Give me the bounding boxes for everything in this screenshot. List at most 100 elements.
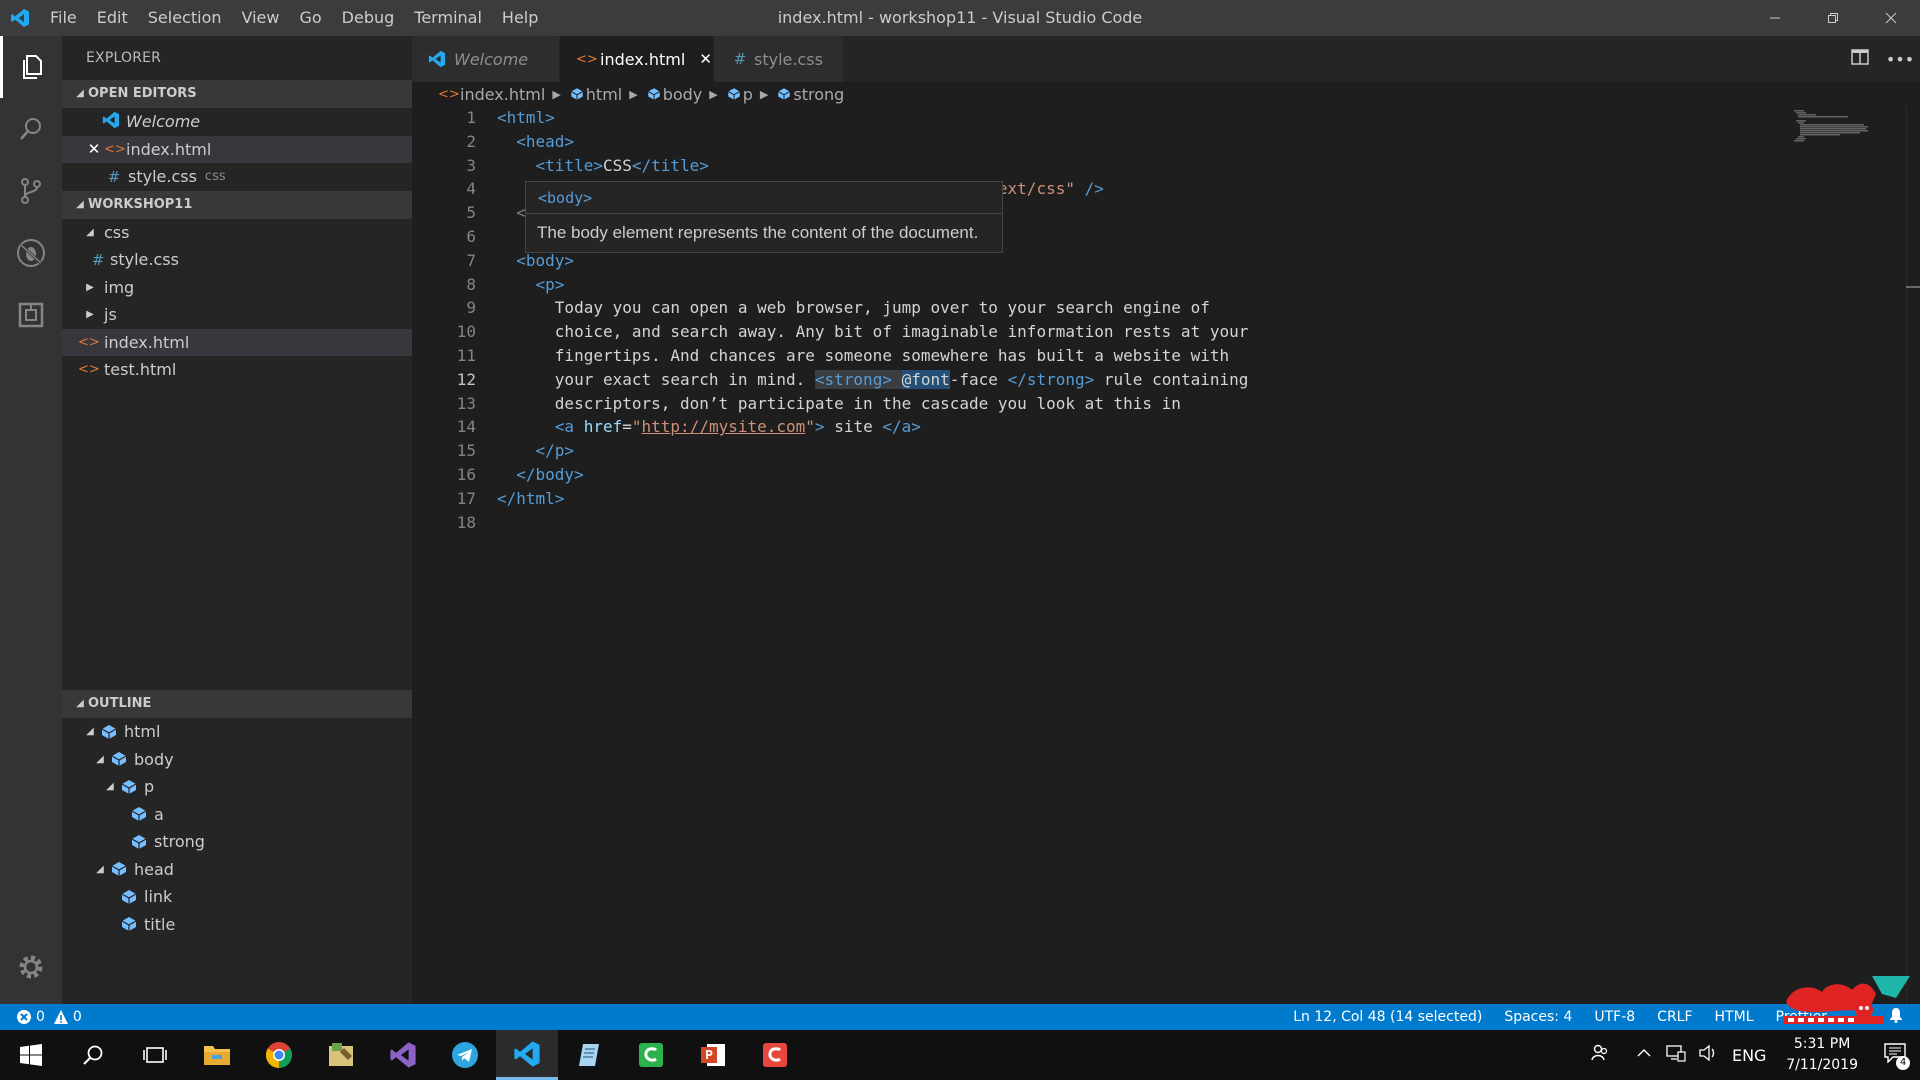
code-link[interactable]: http://mysite.com (642, 417, 806, 436)
activity-source-control[interactable] (0, 160, 62, 222)
workspace-header[interactable]: ◢ WORKSHOP11 (62, 190, 412, 219)
menu-help[interactable]: Help (492, 0, 548, 36)
code-token: " (805, 417, 815, 437)
open-editors-header[interactable]: ◢ OPEN EDITORS (62, 80, 412, 108)
folder-css[interactable]: ◢ css (62, 219, 412, 247)
symbol-field-icon (111, 862, 127, 877)
taskbar-search-button[interactable] (62, 1030, 124, 1080)
close-icon[interactable]: ✕ (84, 140, 104, 158)
code-token: choice, and search away. Any bit of imag… (554, 322, 1249, 342)
clock[interactable]: 5:31 PM 7/11/2019 (1774, 1034, 1870, 1076)
problems-indicator[interactable]: 0 0 (0, 1009, 82, 1025)
warning-icon (53, 1010, 68, 1024)
folder-img[interactable]: ▶ img (62, 274, 412, 302)
outline-item-title[interactable]: title (62, 911, 412, 939)
code-token: CSS (602, 155, 632, 175)
activity-extensions[interactable] (0, 284, 62, 346)
menu-view[interactable]: View (232, 0, 290, 36)
taskbar-camtasia[interactable] (620, 1030, 682, 1080)
code-line: <head> (497, 130, 1248, 154)
activity-explorer[interactable] (0, 36, 62, 98)
symbol-field-icon (121, 917, 137, 932)
menu-edit[interactable]: Edit (87, 0, 138, 36)
language-mode[interactable]: HTML (1704, 1009, 1765, 1025)
line-number: 14 (456, 417, 476, 437)
open-editor-label: style.css (128, 167, 197, 187)
menu-debug[interactable]: Debug (332, 0, 405, 36)
chevron-down-icon: ◢ (106, 781, 114, 793)
action-center-button[interactable]: 4 (1870, 1042, 1920, 1070)
taskbar-screen-recorder[interactable] (744, 1030, 806, 1080)
outline-item-html[interactable]: ◢ html (62, 718, 412, 746)
outline-item-a[interactable]: a (62, 801, 412, 829)
outline-item-link[interactable]: link (62, 883, 412, 911)
file-style-css[interactable]: # style.css (62, 246, 412, 274)
outline-item-label: a (154, 804, 164, 824)
restore-button[interactable] (1804, 0, 1862, 36)
menu-go[interactable]: Go (289, 0, 331, 36)
people-icon[interactable] (1584, 1043, 1616, 1067)
debug-icon (17, 239, 45, 267)
outline-item-body[interactable]: ◢ body (62, 746, 412, 774)
file-test-html[interactable]: <> test.html (62, 356, 412, 384)
minimap[interactable] (1792, 108, 1872, 148)
activity-search[interactable] (0, 98, 62, 160)
outline-header[interactable]: ◢ OUTLINE (62, 690, 412, 718)
restore-icon (1828, 13, 1838, 23)
cursor-position[interactable]: Ln 12, Col 48 (14 selected) (1282, 1009, 1493, 1025)
taskbar-visual-studio[interactable] (372, 1030, 434, 1080)
close-window-button[interactable] (1862, 0, 1920, 36)
breadcrumb-html[interactable]: html (568, 85, 622, 104)
volume-icon[interactable] (1692, 1044, 1724, 1066)
tab-index-html[interactable]: <> index.html ✕ (560, 36, 714, 82)
code-token: </a> (882, 417, 921, 437)
taskbar-app-tools[interactable] (310, 1030, 372, 1080)
menu-file[interactable]: File (40, 0, 87, 36)
open-editor-dir: css (204, 169, 226, 185)
taskbar-powerpoint[interactable] (682, 1030, 744, 1080)
start-button[interactable] (0, 1030, 62, 1080)
menu-selection[interactable]: Selection (138, 0, 232, 36)
window-controls (1746, 0, 1920, 36)
line-ending[interactable]: CRLF (1646, 1009, 1703, 1025)
split-editor-button[interactable] (1840, 49, 1880, 69)
gear-icon (19, 955, 43, 979)
chevron-down-icon: ◢ (96, 753, 104, 765)
tab-style-css[interactable]: # style.css (714, 36, 844, 82)
breadcrumb-p[interactable]: p (725, 85, 753, 104)
input-language[interactable]: ENG (1724, 1046, 1774, 1065)
breadcrumb-file[interactable]: <> index.html (438, 85, 545, 104)
breadcrumb-strong[interactable]: strong (775, 85, 844, 104)
outline-item-p[interactable]: ◢ p (62, 773, 412, 801)
menu-terminal[interactable]: Terminal (404, 0, 492, 36)
outline-item-head[interactable]: ◢ head (62, 856, 412, 884)
more-actions-button[interactable]: ••• (1880, 50, 1920, 69)
network-icon[interactable] (1660, 1044, 1692, 1066)
activity-debug[interactable] (0, 222, 62, 284)
minimize-button[interactable] (1746, 0, 1804, 36)
system-tray: ENG 5:31 PM 7/11/2019 4 (1584, 1030, 1920, 1080)
file-encoding[interactable]: UTF-8 (1583, 1009, 1646, 1025)
taskbar-chrome[interactable] (248, 1030, 310, 1080)
outline-item-strong[interactable]: strong (62, 828, 412, 856)
open-editor-welcome[interactable]: Welcome (62, 108, 412, 136)
indentation[interactable]: Spaces: 4 (1493, 1009, 1583, 1025)
outline-item-label: body (134, 749, 174, 769)
breadcrumb-body[interactable]: body (645, 85, 702, 104)
open-editor-index-html[interactable]: ✕ <> index.html (62, 135, 412, 163)
chevron-up-icon[interactable] (1628, 1045, 1660, 1065)
folder-js[interactable]: ▶ js (62, 301, 412, 329)
taskbar-telegram[interactable] (434, 1030, 496, 1080)
task-view-button[interactable] (124, 1030, 186, 1080)
activity-manage[interactable] (0, 936, 62, 998)
tab-welcome[interactable]: Welcome (412, 36, 560, 82)
open-editor-style-css[interactable]: # style.css css (62, 163, 412, 191)
taskbar-vscode[interactable] (496, 1030, 558, 1080)
taskbar-file-explorer[interactable] (186, 1030, 248, 1080)
vertical-scrollbar[interactable] (1906, 106, 1920, 1004)
file-index-html[interactable]: <> index.html (62, 328, 412, 356)
line-number-gutter: 1 2 3 4 5 6 7 8 9 10 11 12 13 14 15 16 1… (412, 106, 486, 534)
folder-icon (204, 1046, 230, 1065)
taskbar-notepad[interactable] (558, 1030, 620, 1080)
close-tab-icon[interactable]: ✕ (699, 50, 712, 68)
